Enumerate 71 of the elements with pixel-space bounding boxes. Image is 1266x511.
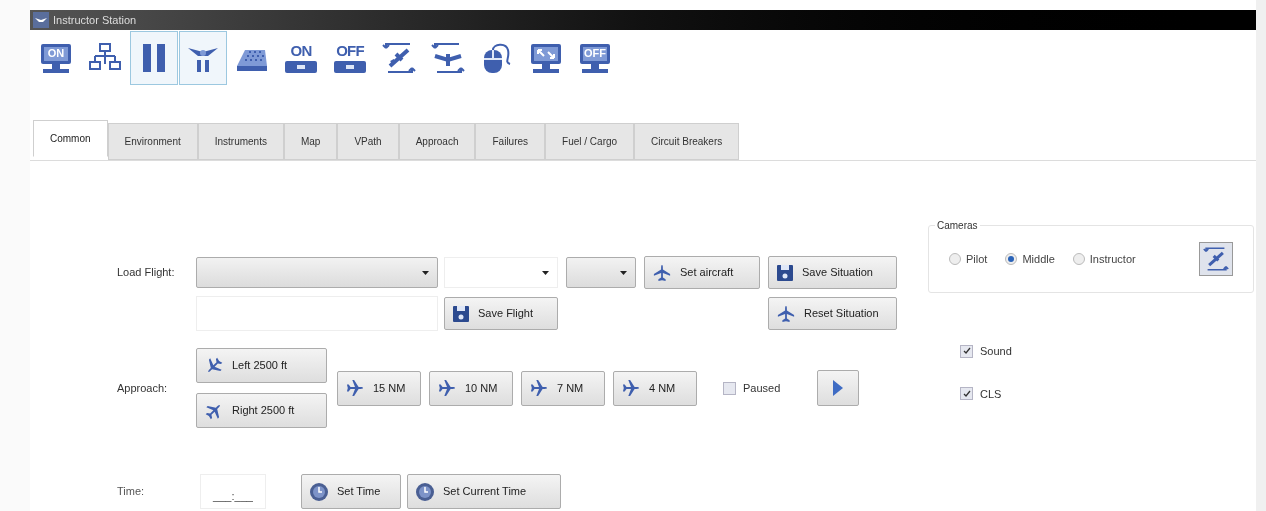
tab[interactable]: Failures <box>475 123 546 160</box>
drive-label: OFF <box>336 42 364 58</box>
drive-button[interactable]: ON <box>277 31 325 85</box>
distance-button[interactable]: 15 NM <box>337 370 421 406</box>
radio-button[interactable] <box>1005 253 1018 265</box>
window-title: Instructor Station <box>53 12 137 28</box>
tab[interactable]: VPath <box>337 123 399 160</box>
monitor-icon <box>578 42 612 74</box>
checkbox[interactable] <box>960 387 973 401</box>
monitor-label: OFF <box>583 47 607 59</box>
save-flight-button[interactable]: Save Flight <box>444 297 558 330</box>
aircraft-icon <box>530 378 548 398</box>
play-button[interactable] <box>817 370 859 406</box>
radio-label: Middle <box>1022 251 1055 267</box>
aircraft-icon <box>346 378 364 398</box>
aircraft-icon <box>622 378 640 398</box>
time-label: Time: <box>117 484 146 500</box>
aircraft-arrows-icon <box>431 42 465 74</box>
set-current-time-button[interactable]: Set Current Time <box>407 474 561 509</box>
tab[interactable]: Instruments <box>197 123 284 160</box>
tab[interactable]: Circuit Breakers <box>634 123 740 160</box>
clock-icon <box>415 481 435 502</box>
drive-label: ON <box>290 42 312 58</box>
checkbox[interactable] <box>960 344 973 358</box>
set-time-button[interactable]: Set Time <box>301 474 401 509</box>
approach-label: Approach: <box>117 380 169 396</box>
tab[interactable]: Fuel / Cargo <box>545 123 635 160</box>
drive-button[interactable]: OFF <box>326 31 374 85</box>
aircraft-icon <box>438 378 456 398</box>
radio-button[interactable] <box>1072 253 1085 265</box>
radio-label: Instructor <box>1089 251 1136 267</box>
paused-label: Paused <box>743 380 781 396</box>
reset-situation-button[interactable]: Reset Situation <box>768 297 897 330</box>
toolbar-button[interactable] <box>179 31 227 85</box>
monitor-label: ON <box>46 47 66 59</box>
drive-icon <box>333 59 367 74</box>
option-label: Sound <box>980 344 1012 359</box>
left-approach-button[interactable]: Left 2500 ft <box>196 348 327 383</box>
app-icon <box>33 12 49 28</box>
dropdown-arrow-icon <box>422 270 429 275</box>
tab[interactable]: Approach <box>398 123 476 160</box>
checkbox[interactable] <box>723 381 736 395</box>
monitor-icon <box>39 42 73 74</box>
aircraft-icon <box>652 263 672 282</box>
play-icon <box>832 379 844 397</box>
check-icon <box>962 347 971 356</box>
toolbar-button[interactable] <box>130 31 178 85</box>
distance-button[interactable]: 4 NM <box>613 370 697 406</box>
distance-button[interactable]: 10 NM <box>429 370 513 406</box>
time-field[interactable]: ___:___ <box>200 474 266 509</box>
check-icon <box>962 389 971 398</box>
option-label: CLS <box>980 386 1002 402</box>
set-aircraft-button[interactable]: Set aircraft <box>644 256 760 289</box>
load-flight-label: Load Flight: <box>117 265 176 281</box>
radio-button[interactable] <box>949 253 961 265</box>
monitor-arrows-icon <box>529 42 563 74</box>
dropdown-arrow-icon <box>542 270 549 275</box>
tab[interactable]: Environment <box>107 123 198 160</box>
aircraft-arrows-icon <box>1203 246 1229 272</box>
drive-icon <box>284 59 318 74</box>
right-approach-button[interactable]: Right 2500 ft <box>196 393 327 428</box>
radio-label: Pilot <box>966 251 988 267</box>
dropdown-arrow-icon <box>620 270 627 275</box>
save-situation-button[interactable]: Save Situation <box>768 256 897 289</box>
camera-swap-button[interactable] <box>1199 242 1233 276</box>
clock-icon <box>309 481 329 502</box>
aircraft-icon <box>776 304 796 323</box>
distance-button[interactable]: 7 NM <box>521 370 605 406</box>
aircraft-arrows-icon <box>382 42 416 74</box>
tab[interactable]: Common <box>33 120 108 157</box>
tab[interactable]: Map <box>283 123 338 160</box>
